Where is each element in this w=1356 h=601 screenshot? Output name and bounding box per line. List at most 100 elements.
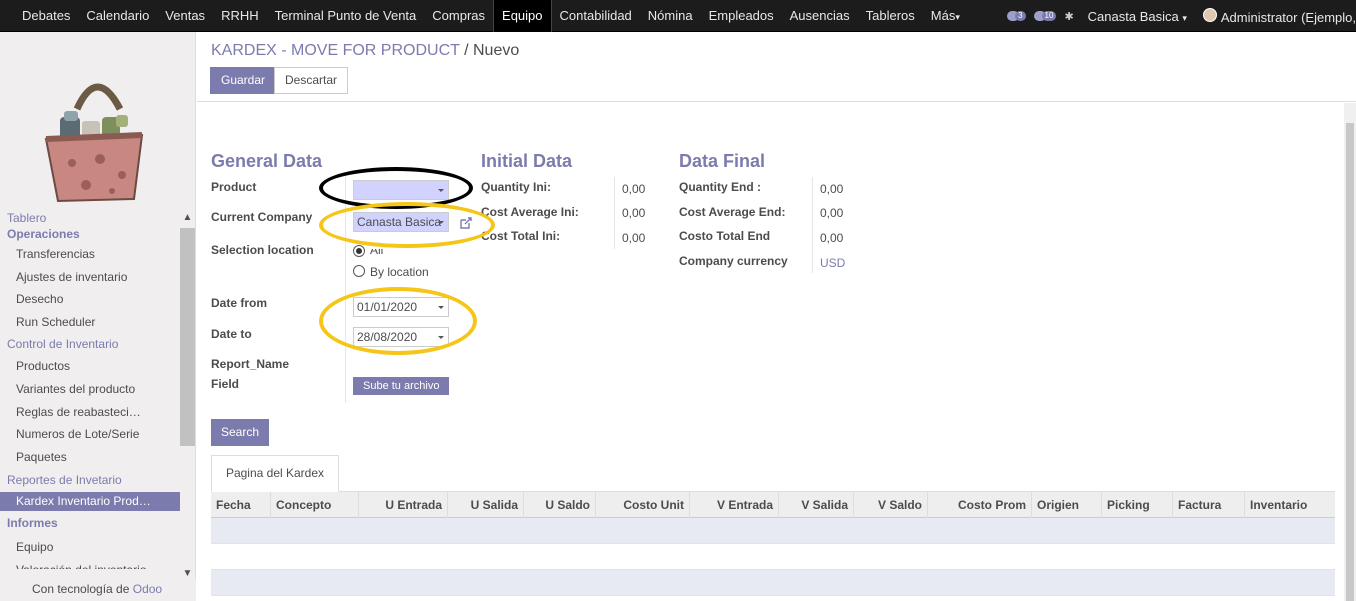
menu-contabilidad[interactable]: Contabilidad [552,0,640,32]
radio-all[interactable] [353,245,365,257]
col-u-entrada[interactable]: U Entrada [359,492,448,518]
col-fecha[interactable]: Fecha [211,492,271,518]
col-costo-prom[interactable]: Costo Prom [928,492,1032,518]
activity-icon[interactable]: 3 [1007,11,1026,21]
avatar [1202,7,1217,22]
sidebar-item-variantes[interactable]: Variantes del producto [0,378,180,401]
col-u-saldo[interactable]: U Saldo [524,492,596,518]
company-name: Canasta Basica [1087,8,1179,24]
systray: 3 10 ✱ Canasta Basica ▾ Administrator (E… [1007,0,1356,32]
yellow-highlight-ring [319,287,477,355]
menu-calendario[interactable]: Calendario [78,0,157,32]
sidebar-item-run-scheduler[interactable]: Run Scheduler [0,311,180,334]
cost-total-ini-value: 0,00 [622,231,646,245]
cost-average-end-label: Cost Average End: [679,205,786,219]
yellow-highlight-ring [319,202,495,248]
powered-by: Con tecnología de Odoo [0,579,196,601]
date-from-label: Date from [211,296,268,310]
company-logo [44,83,144,203]
content-scrollbar-thumb[interactable] [1346,123,1354,601]
company-switcher[interactable]: Canasta Basica ▾ [1088,9,1187,24]
odoo-link[interactable]: Odoo [133,582,162,596]
sidebar-header-control-inventario[interactable]: Control de Inventario [0,333,180,355]
menu-debates[interactable]: Debates [14,0,78,32]
divider [812,177,813,273]
quantity-end-label: Quantity End : [679,180,761,194]
date-to-label: Date to [211,327,252,341]
user-menu[interactable]: Administrator (Ejemplo, [1202,7,1356,25]
discard-button[interactable]: Descartar [274,67,349,94]
menu-nomina[interactable]: Nómina [640,0,701,32]
sidebar-item-desecho[interactable]: Desecho [0,288,180,311]
report-field-label: Field [211,377,240,391]
sidebar-scrollbar-thumb[interactable] [180,228,195,446]
sidebar-header-reportes[interactable]: Reportes de Invetario [0,468,180,492]
messages-icon[interactable]: 10 [1033,11,1057,21]
product-label: Product [211,180,257,194]
menu-ausencias[interactable]: Ausencias [782,0,858,32]
quantity-ini-label: Quantity Ini: [481,180,551,194]
sidebar-item-equipo[interactable]: Equipo [0,536,180,559]
scroll-up-icon[interactable]: ▲ [180,212,195,223]
menu-compras[interactable]: Compras [424,0,493,32]
table-header: Fecha Concepto U Entrada U Salida U Sald… [211,492,1335,518]
data-final-title: Data Final [679,151,766,171]
menu-pos[interactable]: Terminal Punto de Venta [267,0,425,32]
sidebar-item-ajustes-inventario[interactable]: Ajustes de inventario [0,266,180,289]
radio-by-location[interactable] [353,265,365,277]
sidebar-header-operaciones[interactable]: Operaciones [0,226,180,243]
tab-pagina-kardex[interactable]: Pagina del Kardex [211,455,339,492]
costo-total-end-label: Costo Total End [679,229,771,243]
menu-ventas[interactable]: Ventas [157,0,213,32]
cost-average-end-value: 0,00 [820,206,844,220]
kardex-table: Fecha Concepto U Entrada U Salida U Sald… [211,492,1335,596]
debug-icon[interactable]: ✱ [1064,10,1073,23]
quantity-ini-value: 0,00 [622,182,646,196]
breadcrumb-parent[interactable]: KARDEX - MOVE FOR PRODUCT [211,42,460,59]
col-concepto[interactable]: Concepto [271,492,359,518]
sidebar-item-valoracion[interactable]: Valoración del inventario [0,559,180,569]
menu-tableros[interactable]: Tableros [858,0,923,32]
sidebar-header-informes[interactable]: Informes [0,511,180,536]
menu-rrhh[interactable]: RRHH [213,0,267,32]
form-view: General Data Product Current Company Sel… [197,103,1356,601]
sidebar-item-reglas[interactable]: Reglas de reabasteci… [0,401,180,424]
table-row [211,544,1335,570]
col-inventario[interactable]: Inventario [1245,492,1335,518]
general-data-title: General Data [211,151,323,171]
company-currency-value[interactable]: USD [820,256,845,270]
menu-equipo[interactable]: Equipo [493,0,552,32]
col-origien[interactable]: Origien [1032,492,1102,518]
col-picking[interactable]: Picking [1102,492,1173,518]
sidebar-header-tablero[interactable]: Tablero [0,210,180,226]
col-v-saldo[interactable]: V Saldo [854,492,928,518]
quantity-end-value: 0,00 [820,182,844,196]
scroll-down-icon[interactable]: ▼ [180,568,195,579]
col-u-salida[interactable]: U Salida [448,492,524,518]
sidebar-menu: Tablero Operaciones Transferencias Ajust… [0,210,180,569]
report-name-label: Report_Name [211,357,290,371]
cost-average-ini-value: 0,00 [622,206,646,220]
chevron-down-icon: ▾ [1182,12,1187,23]
radio-by-location-label: By location [370,265,429,279]
user-name: Administrator (Ejemplo, [1220,9,1356,25]
sidebar-item-productos[interactable]: Productos [0,355,180,378]
save-button[interactable]: Guardar [210,67,277,94]
sidebar-item-lotes[interactable]: Numeros de Lote/Serie [0,423,180,446]
search-button[interactable]: Search [211,419,270,446]
form-sheet: General Data Product Current Company Sel… [197,103,1344,601]
menu-mas[interactable]: Más▾ [923,0,968,33]
current-company-label: Current Company [211,210,313,224]
sidebar-item-paquetes[interactable]: Paquetes [0,446,180,469]
col-v-salida[interactable]: V Salida [779,492,854,518]
col-costo-unit[interactable]: Costo Unit [596,492,690,518]
chevron-down-icon: ▾ [955,11,960,22]
sidebar-item-kardex[interactable]: Kardex Inventario Prod… [0,492,180,512]
content-scrollbar[interactable] [1344,103,1356,601]
divider [614,177,615,249]
upload-button[interactable]: Sube tu archivo [353,377,450,395]
menu-empleados[interactable]: Empleados [701,0,782,32]
col-factura[interactable]: Factura [1173,492,1245,518]
col-v-entrada[interactable]: V Entrada [690,492,779,518]
sidebar-item-transferencias[interactable]: Transferencias [0,243,180,266]
